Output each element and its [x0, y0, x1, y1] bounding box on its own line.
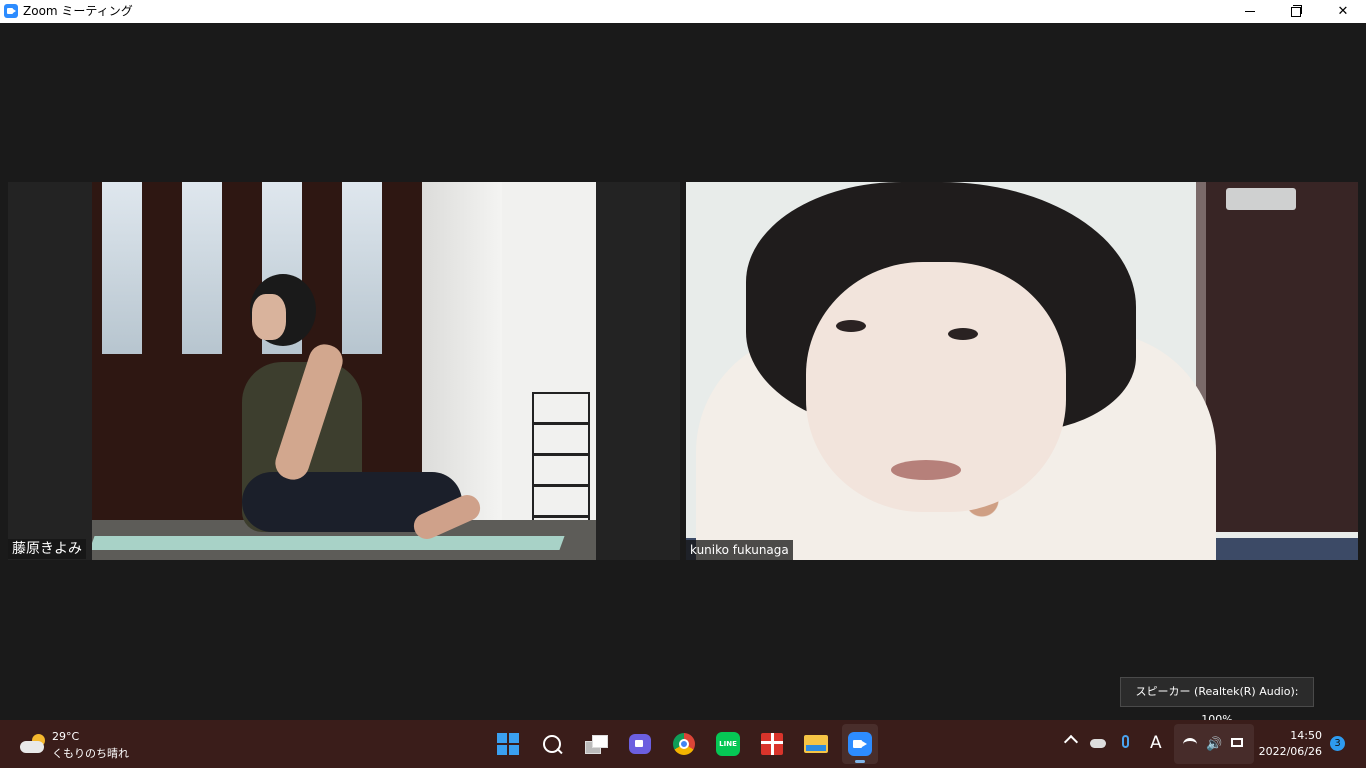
participant-video-right: [686, 182, 1358, 560]
gift-button[interactable]: [754, 724, 790, 764]
clock-date[interactable]: 2022/06/26: [1254, 745, 1322, 758]
battery-icon: [1231, 738, 1243, 747]
chrome-icon: [673, 733, 695, 755]
video-scene-shelf: [532, 392, 590, 522]
wifi-icon: [1183, 738, 1197, 751]
search-icon: [543, 735, 561, 753]
zoom-app-icon: [4, 4, 18, 18]
minimize-icon: [1245, 11, 1255, 12]
chrome-button[interactable]: [666, 724, 702, 764]
notification-badge[interactable]: 3: [1330, 736, 1345, 751]
search-button[interactable]: [534, 724, 570, 764]
close-icon: ✕: [1337, 4, 1349, 19]
zoom-taskbar-button[interactable]: [842, 724, 878, 764]
onedrive-cloud-icon[interactable]: [1090, 739, 1106, 748]
chat-button[interactable]: [622, 724, 658, 764]
volume-tooltip: スピーカー (Realtek(R) Audio): 100%: [1120, 677, 1314, 726]
participant-tile-right[interactable]: kuniko fukunaga: [686, 182, 1358, 560]
volume-icon: 🔊: [1206, 737, 1223, 752]
participant-name-label: kuniko fukunaga: [686, 540, 793, 560]
line-button[interactable]: LINE: [710, 724, 746, 764]
partly-cloudy-icon: [20, 734, 46, 754]
participant-tile-left[interactable]: 藤原きよみ: [8, 182, 680, 560]
line-icon: LINE: [716, 732, 740, 756]
window-titlebar: Zoom ミーティング ✕: [0, 0, 1366, 23]
start-button[interactable]: [490, 724, 526, 764]
minimize-button[interactable]: [1227, 0, 1273, 23]
file-explorer-button[interactable]: [798, 724, 834, 764]
folder-icon: [804, 735, 828, 753]
microphone-icon[interactable]: [1122, 735, 1129, 748]
weather-temperature: 29°C: [52, 730, 80, 743]
chat-icon: [629, 734, 651, 754]
window-title: Zoom ミーティング: [23, 4, 133, 18]
clock-time[interactable]: 14:50: [1280, 729, 1322, 742]
participant-name-label: 藤原きよみ: [8, 539, 86, 559]
close-button[interactable]: ✕: [1320, 0, 1366, 23]
restore-button[interactable]: [1273, 0, 1319, 23]
windows-start-icon: [497, 733, 519, 755]
task-view-icon: [585, 735, 608, 754]
gift-icon: [761, 733, 783, 755]
restore-icon: [1291, 4, 1302, 17]
zoom-icon: [848, 732, 872, 756]
task-view-button[interactable]: [578, 724, 614, 764]
weather-widget[interactable]: 29°C くもりのち晴れ: [18, 728, 138, 762]
weather-description: くもりのち晴れ: [52, 747, 129, 760]
ime-indicator[interactable]: A: [1150, 733, 1162, 753]
participant-video-left: [92, 182, 596, 560]
